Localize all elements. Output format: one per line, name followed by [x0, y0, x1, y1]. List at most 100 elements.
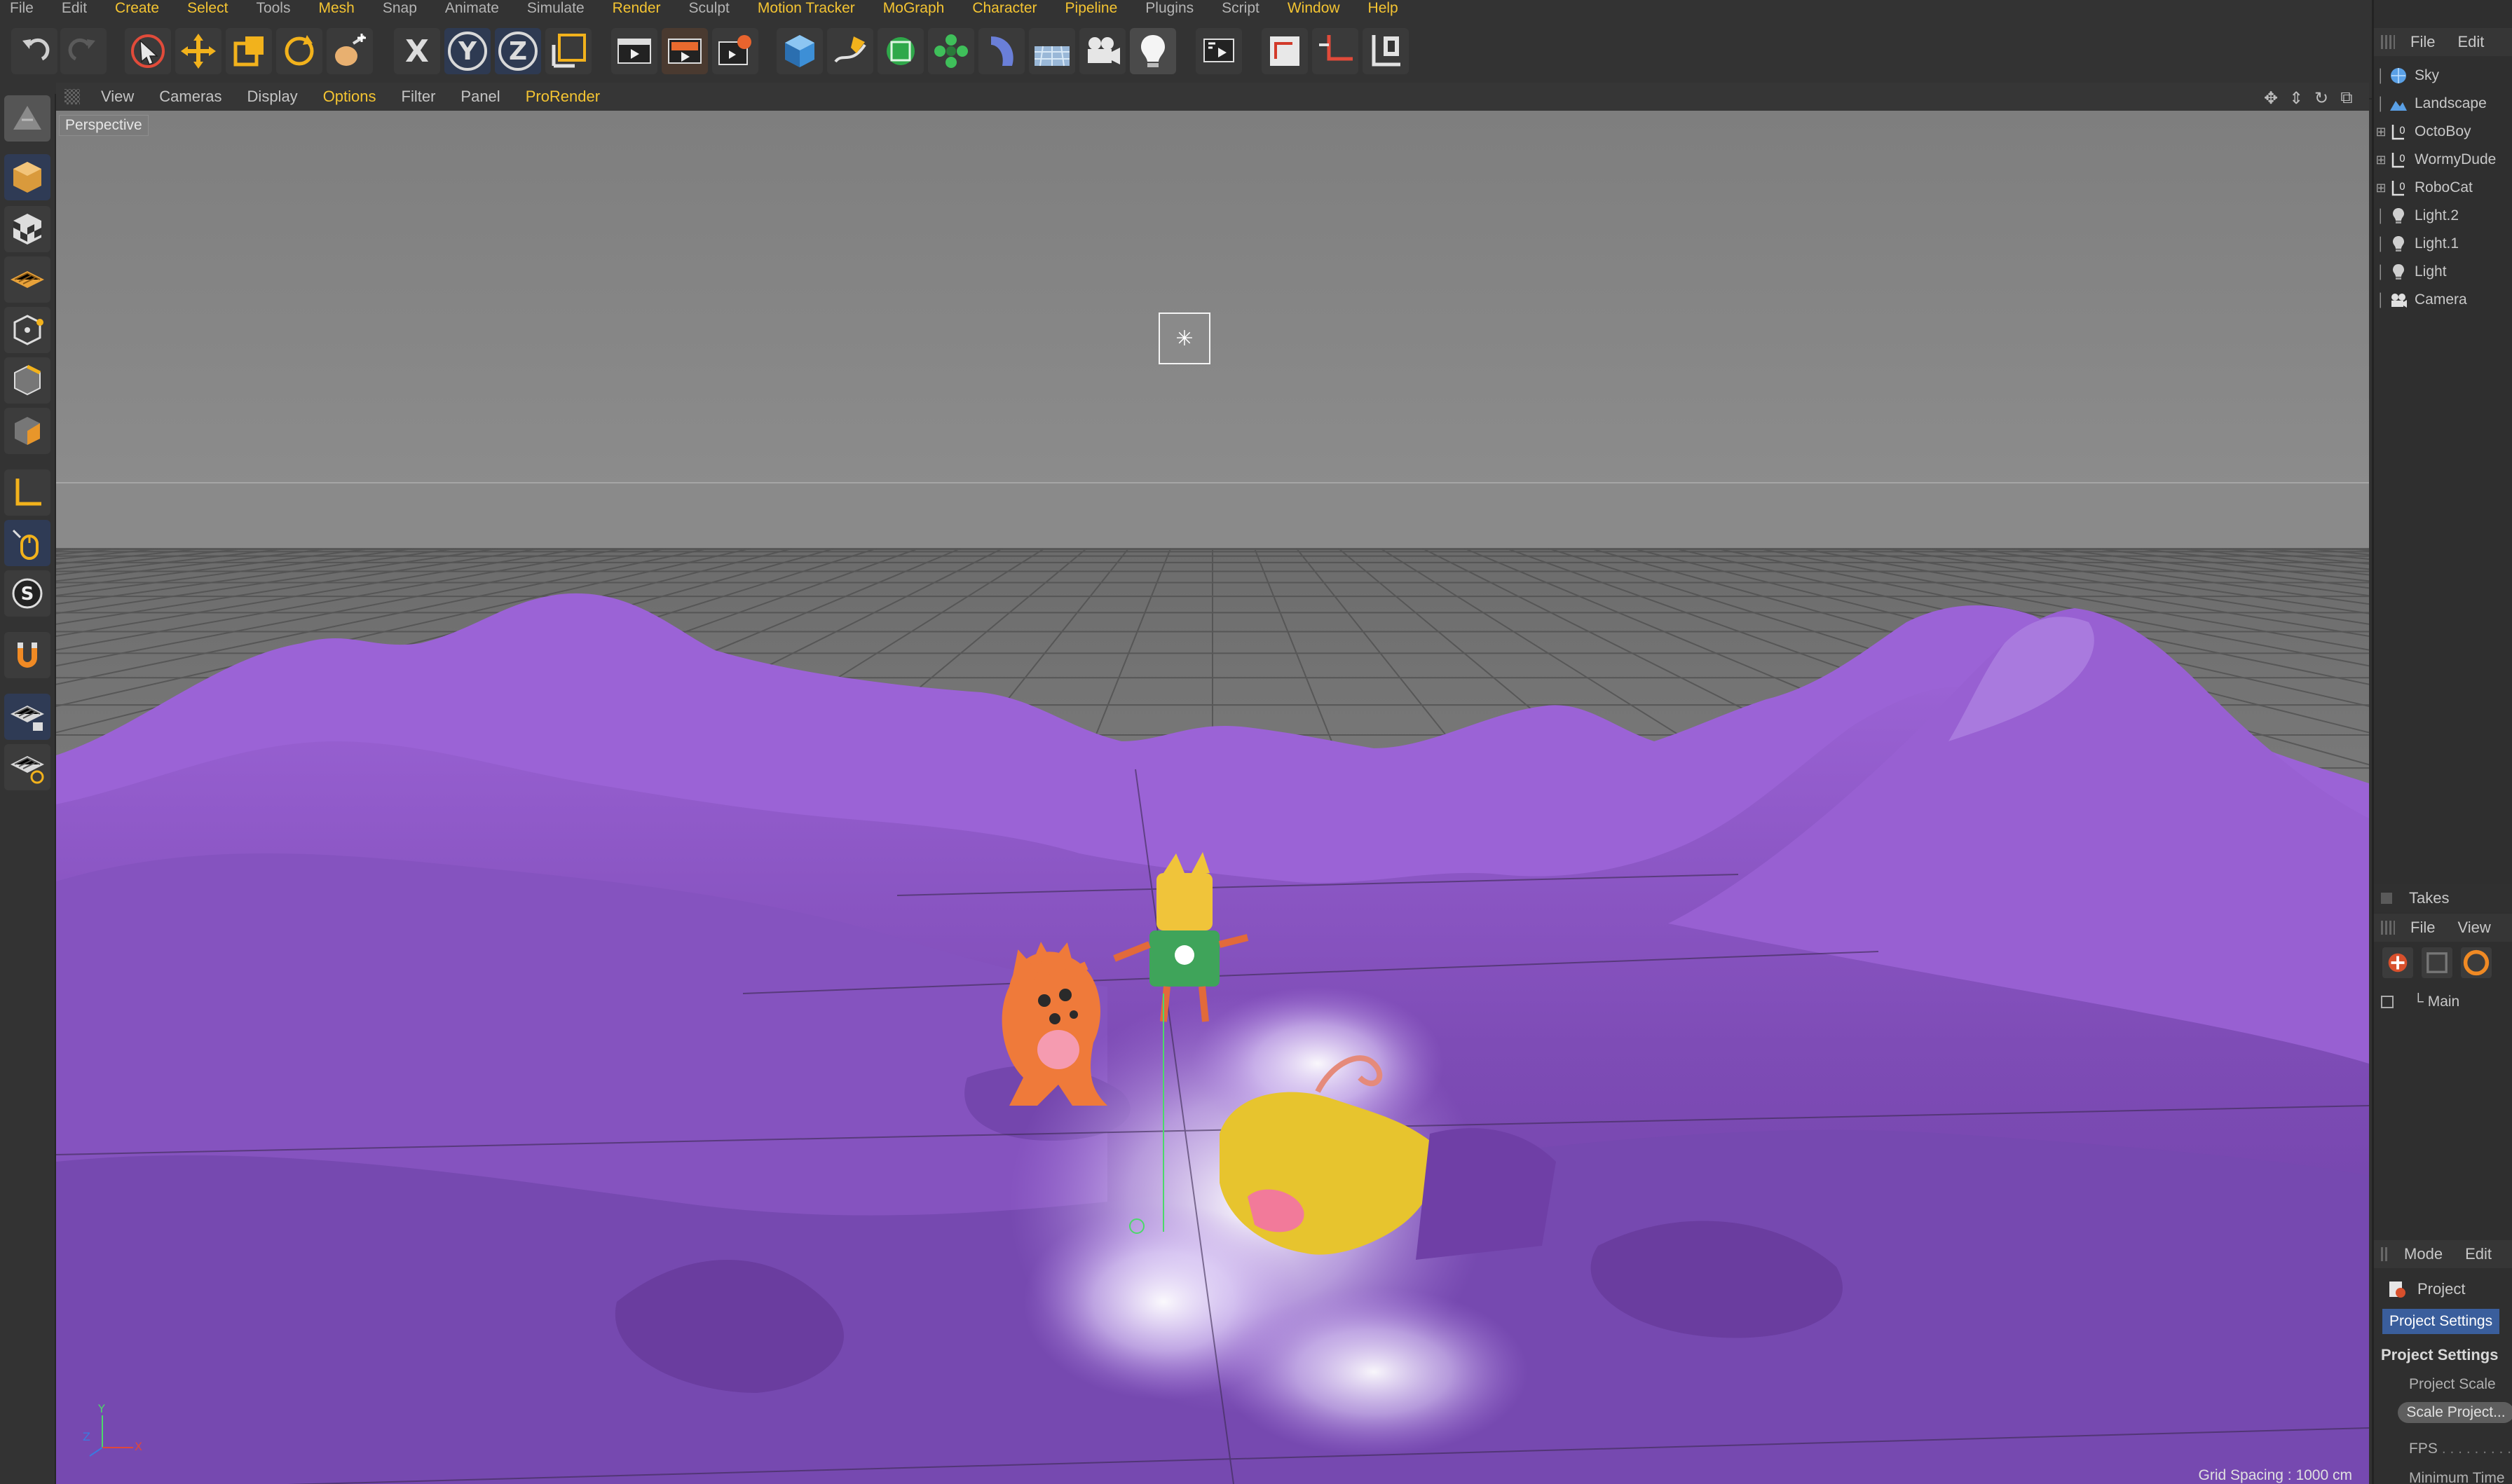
render-settings-icon[interactable] [712, 28, 758, 74]
take-checkbox[interactable] [2381, 996, 2394, 1008]
recent-tools-icon[interactable] [327, 28, 373, 74]
attributes-menu-edit[interactable]: Edit [2465, 1245, 2492, 1263]
object-item-robocat[interactable]: ⊞ 0 RoboCat [2374, 174, 2512, 202]
menu-create[interactable]: Create [115, 0, 159, 17]
floor-icon[interactable] [1029, 28, 1075, 74]
z-axis-icon[interactable]: Z [495, 28, 541, 74]
viewport-menu-view[interactable]: View [101, 88, 134, 106]
object-item-light[interactable]: │ Light [2374, 258, 2512, 286]
grip-icon[interactable] [64, 89, 80, 104]
snap-icon[interactable] [1312, 28, 1358, 74]
pan-icon[interactable]: ✥ [2261, 88, 2281, 109]
pen-icon[interactable] [827, 28, 873, 74]
take-item-main[interactable]: └ Main [2374, 988, 2512, 1016]
menu-render[interactable]: Render [613, 0, 661, 17]
dolly-icon[interactable]: ⇕ [2286, 88, 2306, 109]
object-item-wormydude[interactable]: ⊞ 0 WormyDude [2374, 146, 2512, 174]
menu-edit[interactable]: Edit [62, 0, 87, 17]
light-icon[interactable] [1130, 28, 1176, 74]
object-item-sky[interactable]: │ Sky [2374, 62, 2512, 90]
menu-simulate[interactable]: Simulate [527, 0, 585, 17]
lock-axis-icon[interactable] [1363, 28, 1409, 74]
menu-file[interactable]: File [10, 0, 34, 17]
deformer-icon[interactable] [978, 28, 1025, 74]
snapping-icon[interactable] [4, 632, 50, 678]
menu-help[interactable]: Help [1368, 0, 1398, 17]
model-mode-icon[interactable] [4, 154, 50, 200]
viewport-label[interactable]: Perspective [59, 115, 149, 136]
override-take-icon[interactable] [2461, 947, 2492, 978]
orbit-icon[interactable]: ↻ [2312, 88, 2331, 109]
ipr-icon[interactable] [1196, 28, 1242, 74]
redo-icon[interactable] [60, 28, 107, 74]
live-selection-icon[interactable] [125, 28, 171, 74]
menu-mesh[interactable]: Mesh [318, 0, 354, 17]
y-axis-icon[interactable]: Y [444, 28, 491, 74]
expand-icon[interactable]: ⊞ [2374, 153, 2388, 167]
object-item-light-2[interactable]: │ Light.2 [2374, 202, 2512, 230]
menu-plugins[interactable]: Plugins [1145, 0, 1194, 17]
points-mode-icon[interactable] [4, 307, 50, 353]
solo-mode-icon[interactable]: S [4, 570, 50, 617]
tab-project-settings[interactable]: Project Settings [2382, 1309, 2500, 1334]
object-item-octoboy[interactable]: ⊞ 0 OctoBoy [2374, 118, 2512, 146]
polygons-mode-icon[interactable] [4, 408, 50, 454]
texture-mode-icon[interactable] [4, 206, 50, 252]
viewport-menu-options[interactable]: Options [323, 88, 376, 106]
menu-pipeline[interactable]: Pipeline [1065, 0, 1118, 17]
panel-toggle-icon[interactable] [2381, 893, 2392, 904]
axis-mode-icon[interactable] [4, 469, 50, 516]
subdivision-icon[interactable] [878, 28, 924, 74]
grip-icon[interactable] [2381, 1247, 2389, 1261]
object-manager-menu-edit[interactable]: Edit [2457, 33, 2484, 51]
render-view-icon[interactable] [611, 28, 657, 74]
menu-animate[interactable]: Animate [445, 0, 499, 17]
menu-motion-tracker[interactable]: Motion Tracker [758, 0, 855, 17]
scale-icon[interactable] [226, 28, 272, 74]
menu-character[interactable]: Character [972, 0, 1037, 17]
camera-icon[interactable] [1079, 28, 1126, 74]
menu-sculpt[interactable]: Sculpt [689, 0, 730, 17]
planar-workplane-icon[interactable] [4, 744, 50, 790]
object-item-light-1[interactable]: │ Light.1 [2374, 230, 2512, 258]
perspective-viewport[interactable]: ✳ Y X Z Perspective Grid Spacing : 1000 … [56, 111, 2369, 1484]
clone-take-icon[interactable] [2422, 947, 2452, 978]
make-editable-icon[interactable] [4, 95, 50, 142]
scene-render[interactable]: ✳ Y X Z [56, 111, 2369, 1484]
attributes-menu-mode[interactable]: Mode [2404, 1245, 2443, 1263]
coordinate-system-icon[interactable] [545, 28, 592, 74]
menu-tools[interactable]: Tools [256, 0, 290, 17]
edges-mode-icon[interactable] [4, 357, 50, 404]
object-item-landscape[interactable]: │ Landscape [2374, 90, 2512, 118]
object-item-camera[interactable]: │ Camera [2374, 286, 2512, 314]
add-take-icon[interactable] [2382, 947, 2413, 978]
maximize-icon[interactable]: ⧉ [2337, 88, 2356, 109]
tweak-mode-icon[interactable] [4, 520, 50, 566]
scale-project-button[interactable]: Scale Project... [2398, 1402, 2512, 1423]
viewport-menu-prorender[interactable]: ProRender [526, 88, 600, 106]
menu-mograph[interactable]: MoGraph [883, 0, 945, 17]
rotate-icon[interactable] [276, 28, 322, 74]
viewport-menu-panel[interactable]: Panel [460, 88, 500, 106]
workplane-icon[interactable] [1262, 28, 1308, 74]
menu-select[interactable]: Select [187, 0, 228, 17]
menu-window[interactable]: Window [1288, 0, 1340, 17]
takes-menu-view[interactable]: View [2457, 919, 2490, 937]
expand-icon[interactable]: ⊞ [2374, 125, 2388, 139]
object-manager-menu-file[interactable]: File [2410, 33, 2435, 51]
cloner-icon[interactable] [928, 28, 974, 74]
menu-snap[interactable]: Snap [383, 0, 417, 17]
light-object[interactable]: ✳ [1159, 312, 1210, 364]
grip-icon[interactable] [2381, 921, 2395, 935]
move-icon[interactable] [175, 28, 221, 74]
cube-icon[interactable] [777, 28, 823, 74]
undo-icon[interactable] [11, 28, 57, 74]
locked-workplane-icon[interactable] [4, 694, 50, 740]
grip-icon[interactable] [2381, 35, 2395, 49]
menu-script[interactable]: Script [1222, 0, 1260, 17]
viewport-menu-display[interactable]: Display [247, 88, 298, 106]
workplane-mode-icon[interactable] [4, 256, 50, 303]
takes-menu-file[interactable]: File [2410, 919, 2435, 937]
x-axis-icon[interactable]: X [394, 28, 440, 74]
viewport-menu-filter[interactable]: Filter [402, 88, 436, 106]
